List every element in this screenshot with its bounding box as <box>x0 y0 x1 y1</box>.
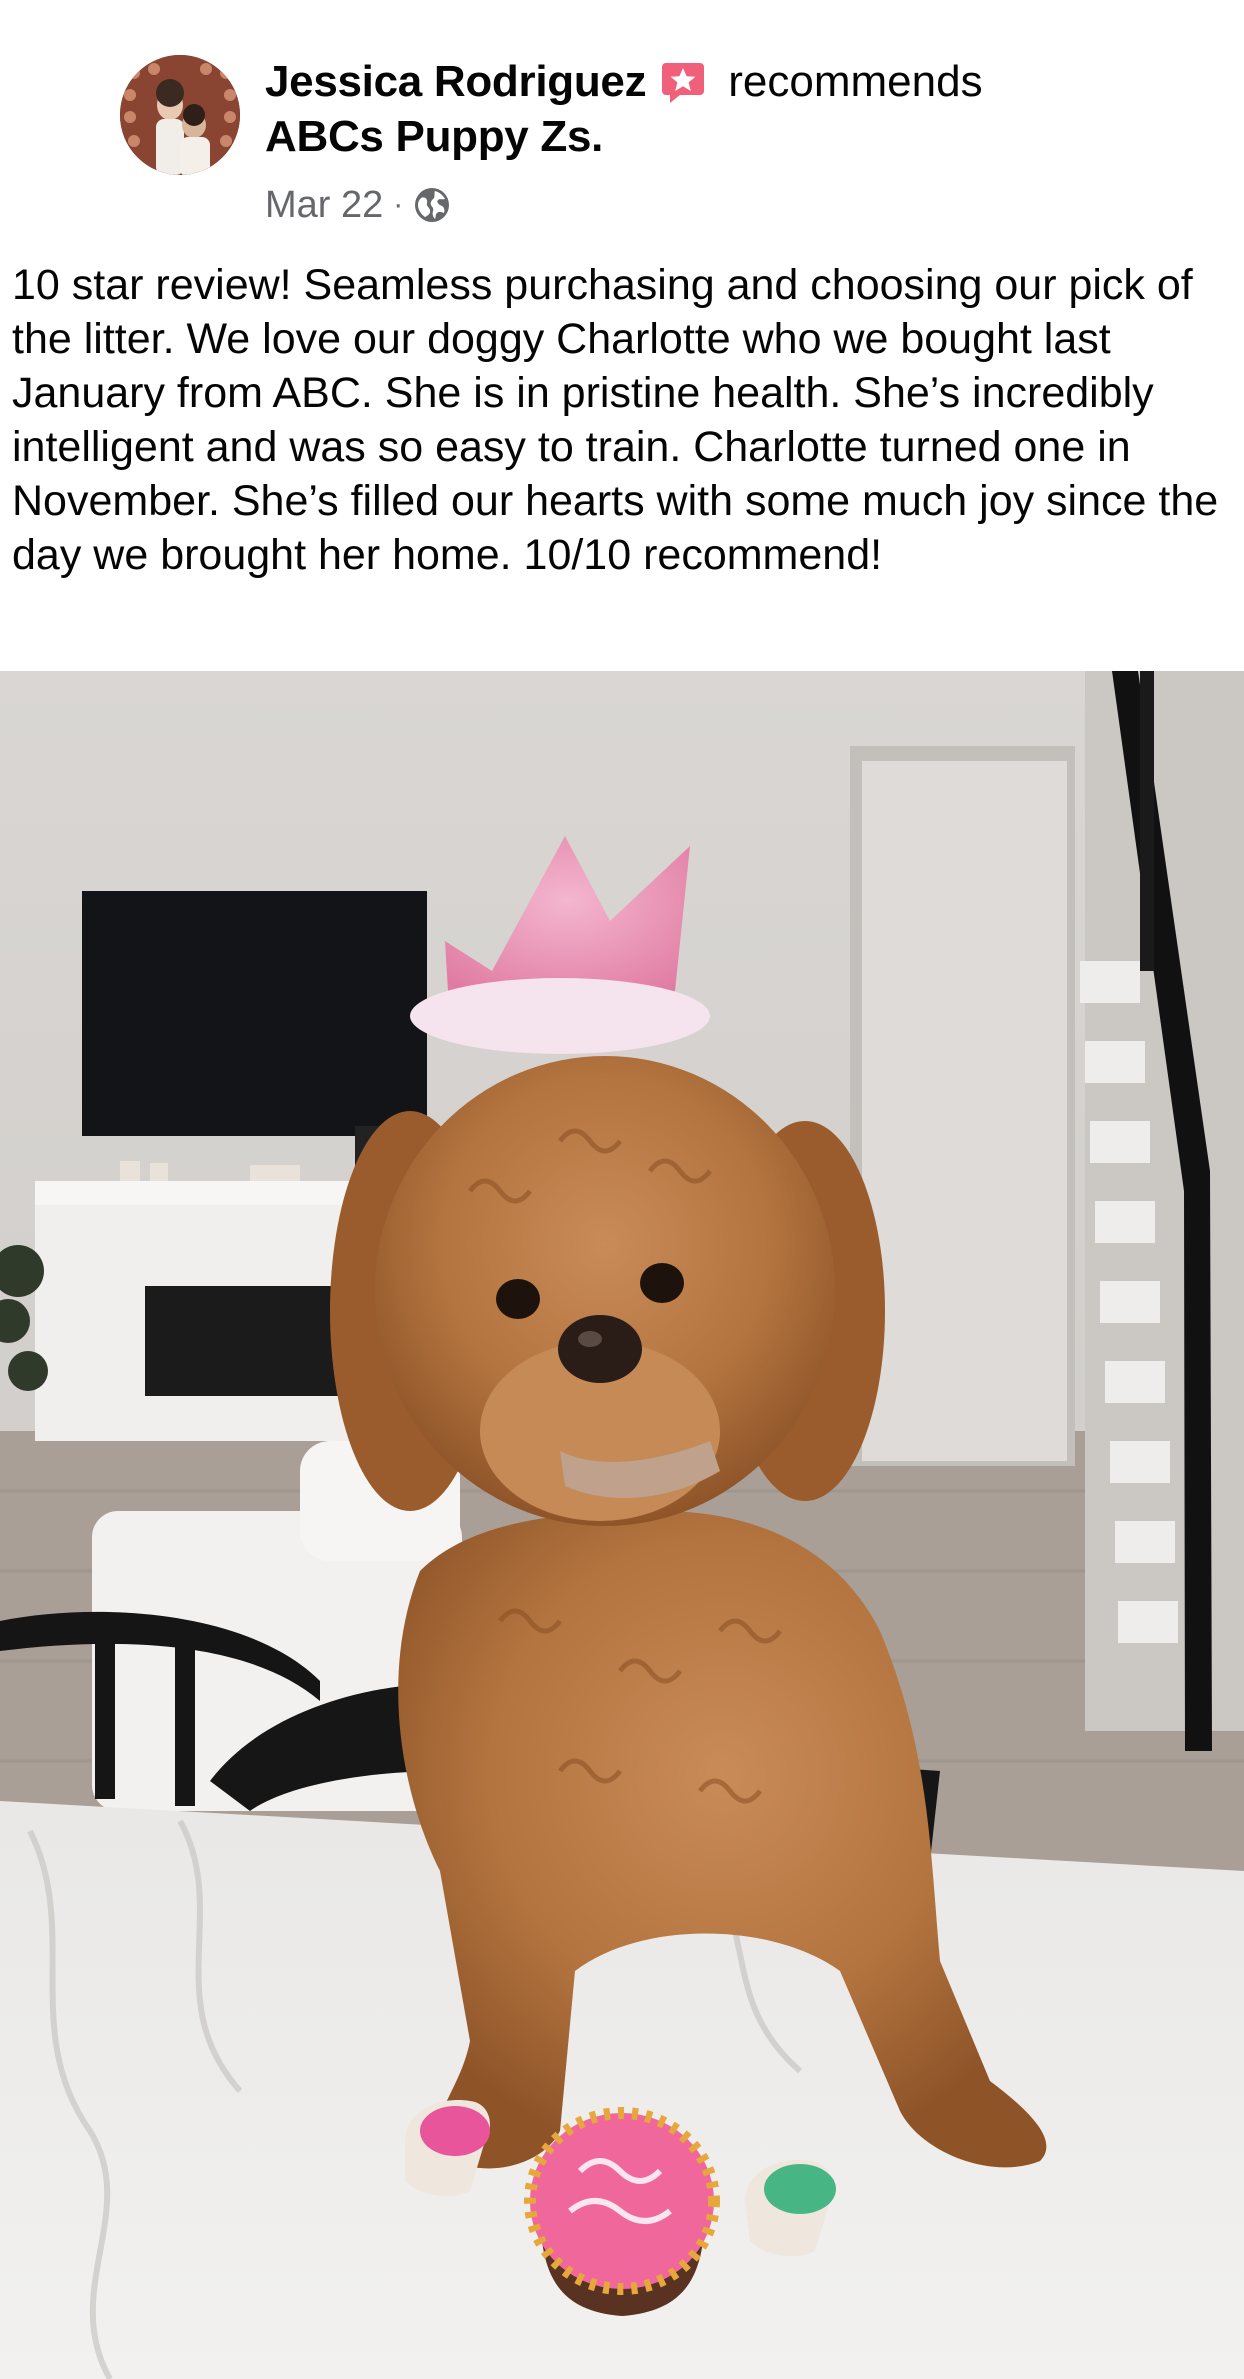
post-text: 10 star review! Seamless purchasing and … <box>12 261 1219 579</box>
post-meta: Mar 22 · <box>265 180 451 230</box>
post-photo[interactable] <box>0 671 1244 2379</box>
meta-separator: · <box>393 188 404 221</box>
recommends-label: recommends <box>728 57 983 106</box>
post-header: Jessica Rodriguez recommends ABCs Puppy … <box>0 0 1244 260</box>
page-name[interactable]: ABCs Puppy Zs. <box>265 112 603 162</box>
globe-icon[interactable] <box>413 186 451 224</box>
post-date[interactable]: Mar 22 <box>265 184 383 227</box>
author-avatar[interactable] <box>120 55 240 175</box>
author-line: Jessica Rodriguez recommends <box>265 52 983 112</box>
recommend-star-icon <box>660 59 706 105</box>
author-name[interactable]: Jessica Rodriguez <box>265 57 647 107</box>
